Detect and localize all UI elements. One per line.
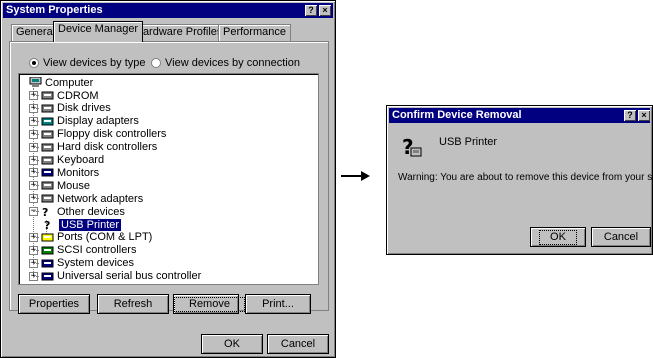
help-button[interactable]: ?: [305, 5, 317, 16]
disk-drive-icon: [41, 103, 54, 114]
ok-button[interactable]: OK: [530, 227, 586, 247]
close-button[interactable]: ×: [638, 110, 650, 121]
tree-label: Network adapters: [57, 192, 144, 205]
tree-item[interactable]: + Display adapters: [29, 115, 139, 128]
tree-label: Computer: [45, 76, 94, 89]
device-name: USB Printer: [439, 136, 498, 148]
properties-button[interactable]: Properties: [18, 294, 90, 314]
tree-child-item[interactable]: ? USB Printer: [43, 218, 122, 232]
tree-label: Universal serial bus controller: [57, 270, 202, 283]
tree-label: Disk drives: [57, 102, 111, 115]
tree-item[interactable]: + Monitors: [29, 166, 99, 179]
tree-label: USB Printer: [59, 218, 122, 231]
display-adapter-icon: [41, 116, 54, 127]
hard-disk-controller-icon: [41, 142, 54, 153]
tab-device-manager[interactable]: Device Manager: [53, 21, 144, 42]
unknown-device-icon: ?: [43, 219, 56, 232]
tree-label: Monitors: [57, 166, 100, 179]
tree-root[interactable]: Computer: [29, 76, 93, 89]
tree-label: Keyboard: [57, 154, 105, 166]
tree-item[interactable]: + CDROM: [29, 89, 99, 102]
radio-selected-dot: [29, 58, 39, 68]
remove-button[interactable]: Remove: [173, 294, 245, 314]
right-arrow-icon: [341, 168, 371, 184]
tree-label: SCSI controllers: [57, 244, 137, 257]
tree-item[interactable]: + Hard disk controllers: [29, 141, 157, 154]
dialog-title: Confirm Device Removal: [392, 109, 522, 121]
tree-label: Other devices: [57, 205, 125, 218]
window-title: System Properties: [6, 4, 103, 16]
tab-performance[interactable]: Performance: [218, 24, 291, 41]
refresh-button[interactable]: Refresh: [97, 294, 169, 314]
other-devices-icon: ?: [41, 206, 54, 219]
unknown-device-icon: ?: [399, 134, 423, 159]
warning-text: Warning: You are about to remove this de…: [398, 172, 653, 183]
title-bar: System Properties ? ×: [3, 3, 333, 18]
tree-item[interactable]: + Keyboard: [29, 154, 104, 167]
tree-item[interactable]: + Universal serial bus controller: [29, 270, 201, 283]
tree-item[interactable]: + Disk drives: [29, 102, 111, 115]
help-button[interactable]: ?: [624, 110, 636, 121]
cdrom-icon: [41, 90, 54, 101]
confirm-device-removal-dialog: Confirm Device Removal ? × ? USB Printer…: [386, 105, 653, 255]
radio-empty-dot: [151, 58, 161, 68]
system-devices-icon: [41, 258, 54, 269]
usb-icon: [41, 271, 54, 282]
tree-item[interactable]: + Floppy disk controllers: [29, 128, 166, 141]
network-adapter-icon: [41, 193, 54, 204]
title-bar: Confirm Device Removal ? ×: [389, 108, 650, 123]
cancel-button[interactable]: Cancel: [267, 334, 329, 354]
ok-button[interactable]: OK: [201, 334, 263, 354]
tree-item[interactable]: + SCSI controllers: [29, 244, 136, 257]
monitor-icon: [41, 167, 54, 178]
keyboard-icon: [41, 155, 54, 166]
radio-label: View devices by type: [43, 57, 146, 69]
tab-hardware-profiles[interactable]: Hardware Profiles: [130, 24, 228, 41]
tree-label: CDROM: [57, 89, 99, 102]
tree-label: Floppy disk controllers: [57, 128, 167, 141]
scsi-icon: [41, 245, 54, 256]
tree-item[interactable]: −? Other devices: [29, 205, 125, 219]
tree-label: Display adapters: [57, 115, 139, 128]
tree-item[interactable]: + System devices: [29, 257, 134, 270]
radio-label: View devices by connection: [165, 57, 300, 69]
tree-label: System devices: [57, 257, 135, 270]
floppy-controller-icon: [41, 129, 54, 140]
print-button[interactable]: Print...: [245, 294, 311, 314]
radio-view-by-connection[interactable]: View devices by connection: [151, 57, 300, 69]
tree-label: Mouse: [57, 179, 91, 192]
mouse-icon: [41, 180, 54, 191]
tree-label: Ports (COM & LPT): [57, 231, 153, 244]
ports-icon: [41, 232, 54, 243]
computer-icon: [29, 76, 42, 88]
device-tree[interactable]: Computer + CDROM + Disk drives + Display adap…: [18, 73, 319, 285]
tree-item[interactable]: + Ports (COM & LPT): [29, 231, 152, 244]
close-button[interactable]: ×: [319, 5, 331, 16]
tree-label: Hard disk controllers: [57, 141, 158, 154]
svg-text:?: ?: [42, 206, 48, 217]
tree-item[interactable]: + Network adapters: [29, 192, 143, 205]
cancel-button[interactable]: Cancel: [591, 227, 651, 247]
svg-text:?: ?: [44, 219, 50, 230]
system-properties-window: System Properties ? × General Device Man…: [0, 0, 336, 358]
radio-view-by-type[interactable]: View devices by type: [29, 57, 146, 69]
